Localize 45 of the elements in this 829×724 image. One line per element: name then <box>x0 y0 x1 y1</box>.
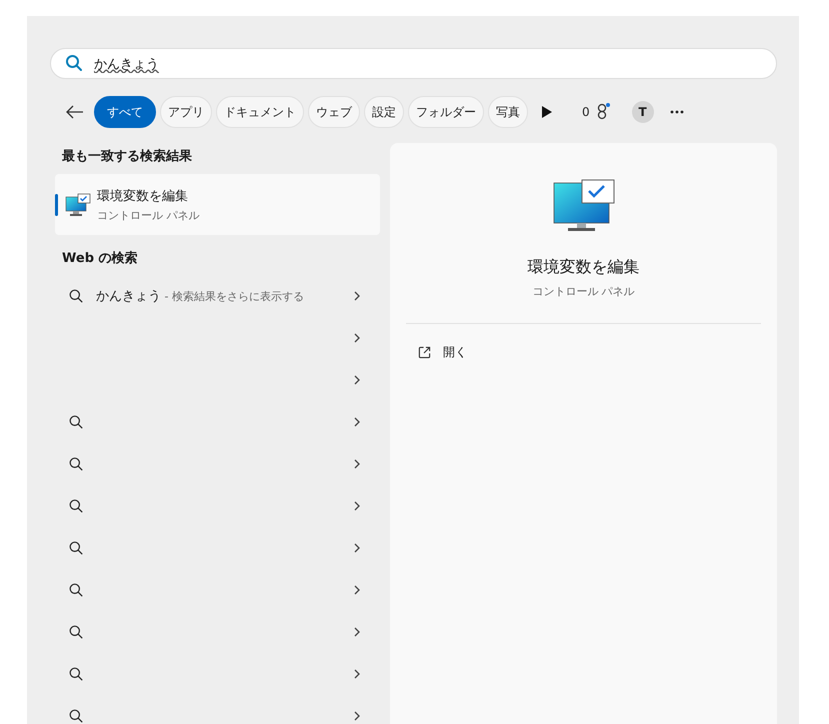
web-search-suggestion[interactable]: かんきょう - 検索結果をさらに表示する <box>96 287 304 305</box>
filter-tab[interactable]: アプリ <box>160 96 212 128</box>
chevron-right-icon[interactable] <box>354 333 360 343</box>
open-action[interactable]: 開く <box>443 344 467 361</box>
chevron-right-icon[interactable] <box>354 585 360 595</box>
chevron-right-icon[interactable] <box>354 375 360 385</box>
filter-tab[interactable]: フォルダー <box>408 96 484 128</box>
search-field[interactable]: かんきょう <box>50 48 777 79</box>
search-icon <box>69 667 83 681</box>
chevron-right-icon[interactable] <box>354 543 360 553</box>
filter-tab[interactable]: 設定 <box>364 96 404 128</box>
search-icon <box>69 625 83 639</box>
chevron-right-icon[interactable] <box>354 417 360 427</box>
rewards-count: 0 <box>582 105 590 119</box>
avatar[interactable]: T <box>632 101 654 123</box>
filter-tab[interactable]: すべて <box>94 96 156 128</box>
result-title: 環境変数を編集 <box>97 188 189 204</box>
detail-subtitle: コントロール パネル <box>532 284 635 299</box>
search-icon <box>69 415 83 429</box>
best-match-result[interactable]: 環境変数を編集 コントロール パネル <box>55 174 380 235</box>
chevron-right-icon[interactable] <box>354 291 360 301</box>
search-icon <box>69 457 83 471</box>
monitor-icon <box>65 192 91 216</box>
chevron-right-icon[interactable] <box>354 459 360 469</box>
section-heading: Web の検索 <box>62 250 139 268</box>
section-heading: 最も一致する検索結果 <box>62 148 193 166</box>
filter-tab[interactable]: 写真 <box>488 96 528 128</box>
search-icon <box>69 289 83 303</box>
result-subtitle: コントロール パネル <box>97 208 200 222</box>
search-icon <box>69 541 83 555</box>
more-icon[interactable] <box>670 110 684 114</box>
search-icon <box>69 499 83 513</box>
detail-title: 環境変数を編集 <box>528 257 640 278</box>
search-icon <box>69 709 83 723</box>
search-icon <box>69 583 83 597</box>
filter-tab[interactable]: ウェブ <box>308 96 360 128</box>
chevron-right-icon[interactable] <box>354 627 360 637</box>
filter-tab[interactable]: ドキュメント <box>216 96 304 128</box>
chevron-right-icon[interactable] <box>354 669 360 679</box>
play-icon[interactable] <box>542 106 552 118</box>
open-external-icon[interactable] <box>418 346 431 359</box>
monitor-icon <box>552 179 614 233</box>
chevron-right-icon[interactable] <box>354 501 360 511</box>
back-arrow-icon[interactable] <box>66 105 84 119</box>
chevron-right-icon[interactable] <box>354 711 360 721</box>
